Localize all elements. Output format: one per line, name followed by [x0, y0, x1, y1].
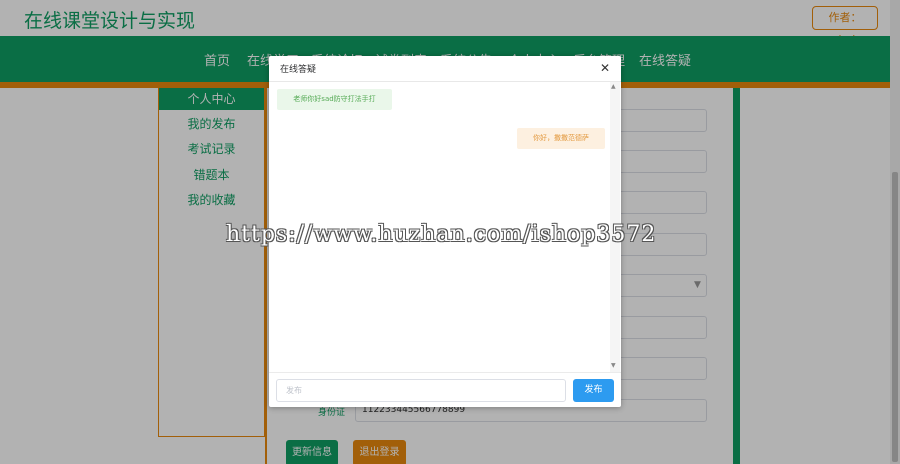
chat-message-sent: 你好，撒撒范德萨 — [517, 128, 605, 149]
scroll-down-arrow-icon[interactable]: ▼ — [611, 362, 616, 369]
chat-message-received: 老师你好sad防守打法手打 — [277, 89, 392, 110]
dialog-title: 在线答疑 — [280, 65, 317, 75]
scroll-up-arrow-icon[interactable]: ▲ — [611, 83, 616, 90]
send-button[interactable]: 发布 — [573, 379, 614, 402]
watermark-text: https://www.huzhan.com/ishop3572 — [226, 222, 657, 247]
page: 在线课堂设计与实现 作者：admin 首页 在线学习 系统论坛 试卷列表 系统公… — [0, 0, 900, 464]
close-icon[interactable]: ✕ — [600, 61, 610, 75]
chat-message-input[interactable]: 发布 — [276, 379, 566, 402]
chat-footer-divider — [269, 372, 621, 373]
dialog-header-divider — [269, 81, 621, 82]
